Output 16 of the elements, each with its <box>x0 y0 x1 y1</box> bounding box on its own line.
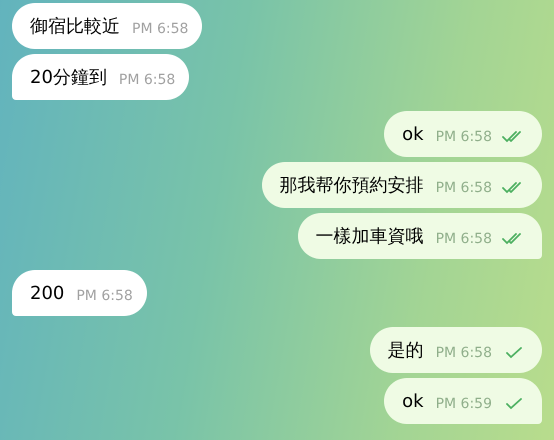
message-text: 御宿比較近 <box>30 14 120 38</box>
message-time: PM 6:58 <box>132 20 188 38</box>
message-text: ok <box>402 390 424 414</box>
message-text: 那我帮你預約安排 <box>280 174 424 198</box>
message-time: PM 6:58 <box>436 178 492 198</box>
message-text: ok <box>402 122 424 146</box>
message-text: 20分鐘到 <box>30 66 107 90</box>
message-time: PM 6:58 <box>76 286 133 306</box>
message-time: PM 6:58 <box>118 70 176 90</box>
message-time: PM 6:58 <box>436 128 492 146</box>
message-time: PM 6:59 <box>436 394 492 414</box>
message-text: 一樣加車資哦 <box>316 224 424 248</box>
message-text: 200 <box>30 282 64 306</box>
message-time: PM 6:58 <box>436 344 492 362</box>
message-time: PM 6:58 <box>436 230 492 248</box>
message-text: 是的 <box>388 338 424 362</box>
